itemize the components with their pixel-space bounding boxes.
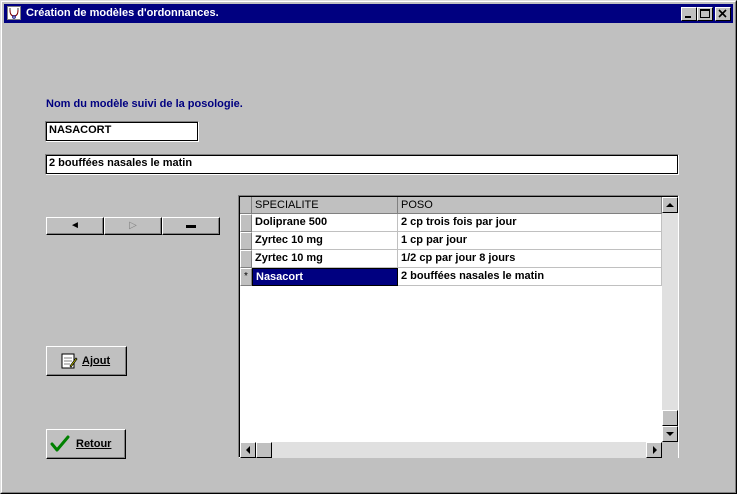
minimize-icon [685,16,691,18]
horizontal-scrollbar[interactable] [240,442,662,458]
window-title: Création de modèles d'ordonnances. [26,7,219,19]
previous-record-button[interactable]: ◄ [46,217,104,235]
back-button-label: Retour [76,438,112,450]
model-name-label: Nom du modèle suivi de la posologie. [46,98,243,110]
arrow-up-icon [666,203,674,207]
scroll-thumb[interactable] [662,410,678,426]
scrollbar-corner [662,442,678,458]
arrow-right-icon: ▷ [129,220,137,231]
cell-poso[interactable]: 1/2 cp par jour 8 jours [398,250,662,268]
scroll-left-button[interactable] [240,442,256,458]
column-header-poso[interactable]: POSO [398,197,662,214]
scroll-up-button[interactable] [662,197,678,213]
row-selector[interactable] [240,232,252,250]
prescription-grid[interactable]: SPECIALITE POSO Doliprane 500 2 cp trois… [238,195,679,458]
row-selector-current[interactable]: * [240,268,252,286]
arrow-right-small-icon [653,446,657,454]
cell-poso[interactable]: 1 cp par jour [398,232,662,250]
vertical-scrollbar[interactable] [662,197,678,442]
column-header-specialite[interactable]: SPECIALITE [252,197,398,214]
add-button[interactable]: Ajout [46,346,127,376]
arrow-left-small-icon [246,446,250,454]
grid-corner-header [240,197,252,214]
document-edit-icon [61,353,78,369]
row-selector[interactable] [240,250,252,268]
scroll-down-button[interactable] [662,426,678,442]
cell-specialite[interactable]: Doliprane 500 [252,214,398,232]
horizontal-scroll-thumb[interactable] [256,442,272,458]
row-selector[interactable] [240,214,252,232]
scroll-right-button[interactable] [646,442,662,458]
add-button-label: Ajout [82,355,111,367]
back-button[interactable]: Retour [46,429,126,459]
checkmark-icon [50,435,70,452]
next-record-button[interactable]: ▷ [104,217,162,235]
cell-specialite-selected[interactable]: Nasacort [252,268,398,286]
arrow-left-icon: ◄ [70,220,80,231]
arrow-down-icon [666,432,674,436]
grid-body: SPECIALITE POSO Doliprane 500 2 cp trois… [239,196,678,458]
main-window: Création de modèles d'ordonnances. Nom d… [0,0,737,494]
maximize-button[interactable] [697,7,713,21]
cell-specialite[interactable]: Zyrtec 10 mg [252,232,398,250]
close-icon [718,9,727,18]
minimize-button[interactable] [681,7,697,21]
prescription-app-icon[interactable] [7,6,21,20]
close-button[interactable] [715,7,731,21]
cell-poso[interactable]: 2 cp trois fois par jour [398,214,662,232]
cell-specialite[interactable]: Zyrtec 10 mg [252,250,398,268]
window-frame: Création de modèles d'ordonnances. Nom d… [1,1,736,493]
minus-icon: ▬ [186,220,196,231]
posology-input[interactable]: 2 bouffées nasales le matin [45,154,679,175]
title-bar[interactable]: Création de modèles d'ordonnances. [4,4,733,23]
model-name-input[interactable]: NASACORT [45,121,199,142]
cell-poso[interactable]: 2 bouffées nasales le matin [398,268,662,286]
maximize-icon [700,9,710,18]
delete-record-button[interactable]: ▬ [162,217,220,235]
